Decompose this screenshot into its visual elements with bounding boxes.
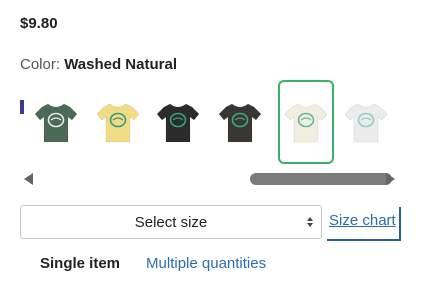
- tshirt-icon: [344, 103, 388, 143]
- tshirt-icon: [34, 103, 78, 143]
- color-swatch-yellow[interactable]: [90, 80, 146, 164]
- color-swatch-strip: [20, 78, 398, 168]
- product-options-panel: $9.80 Color: Washed Natural Select size …: [0, 0, 435, 292]
- color-swatch-white[interactable]: [338, 80, 394, 164]
- color-swatch-washed-natural[interactable]: [278, 80, 334, 164]
- scroll-left-icon[interactable]: [24, 173, 33, 185]
- color-value: Washed Natural: [64, 56, 177, 73]
- tshirt-icon: [284, 103, 328, 143]
- size-select-value: Select size: [134, 213, 208, 231]
- color-swatch-charcoal[interactable]: [212, 80, 268, 164]
- quantity-tabs: Single item Multiple quantities: [40, 255, 266, 272]
- scroll-track[interactable]: [40, 173, 392, 185]
- scroll-right-icon[interactable]: [386, 173, 395, 185]
- select-arrows-icon: [307, 217, 313, 227]
- color-swatch-black[interactable]: [150, 80, 206, 164]
- tshirt-icon: [156, 103, 200, 143]
- tshirt-icon: [218, 103, 262, 143]
- partial-swatch: [20, 100, 24, 114]
- price: $9.80: [20, 15, 58, 32]
- tab-multiple-quantities[interactable]: Multiple quantities: [146, 255, 266, 272]
- tab-single-item[interactable]: Single item: [40, 255, 120, 272]
- color-line: Color: Washed Natural: [20, 56, 177, 73]
- color-label: Color:: [20, 56, 61, 73]
- tshirt-icon: [96, 103, 140, 143]
- swatch-scrollbar[interactable]: [20, 170, 400, 190]
- color-swatch-green[interactable]: [28, 80, 84, 164]
- scroll-thumb[interactable]: [250, 173, 392, 185]
- size-chart-link[interactable]: Size chart: [327, 207, 401, 241]
- size-select[interactable]: Select size: [20, 205, 322, 239]
